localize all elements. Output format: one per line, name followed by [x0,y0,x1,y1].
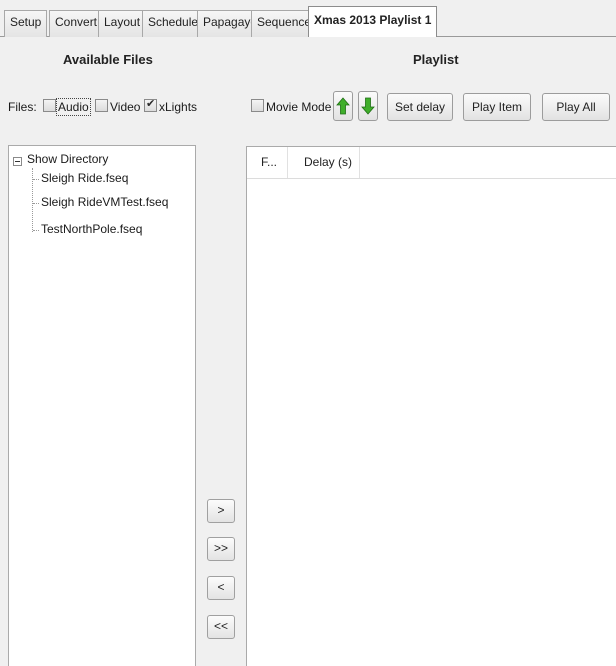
available-files-title: Available Files [63,52,153,67]
add-to-playlist-button[interactable]: > [207,499,235,523]
playlist-list[interactable]: F... Delay (s) [246,146,616,666]
files-label: Files: [8,100,37,114]
tree-branch [33,179,39,180]
tree-item[interactable]: TestNorthPole.fseq [41,222,142,236]
column-separator[interactable] [287,147,288,178]
xlights-label[interactable]: xLights [159,100,197,114]
tree-branch [33,203,39,204]
video-checkbox[interactable] [95,99,108,112]
column-separator[interactable] [359,147,360,178]
remove-all-from-playlist-button[interactable]: << [207,615,235,639]
tree-item[interactable]: Sleigh RideVMTest.fseq [41,195,168,209]
available-files-tree[interactable]: Show Directory Sleigh Ride.fseq Sleigh R… [8,145,196,666]
arrow-down-icon [361,97,375,115]
tree-branch [33,230,39,231]
tab-layout[interactable]: Layout [98,10,147,37]
add-all-to-playlist-button[interactable]: >> [207,537,235,561]
set-delay-button[interactable]: Set delay [387,93,453,121]
tab-setup[interactable]: Setup [4,10,48,37]
xlights-checkbox[interactable] [144,97,157,112]
playlist-header: F... Delay (s) [247,147,616,179]
tab-xmas-playlist[interactable]: Xmas 2013 Playlist 1 [308,6,438,38]
play-all-button[interactable]: Play All [542,93,610,121]
tree-item[interactable]: Sleigh Ride.fseq [41,171,128,185]
arrow-up-icon [336,97,350,115]
tab-bar: Setup Convert Layout Schedule Papagayo S… [0,0,616,38]
tree-guide-line [32,168,33,232]
playlist-title: Playlist [413,52,459,67]
move-down-button[interactable] [358,91,378,121]
tree-root-show-directory[interactable]: Show Directory [27,152,108,166]
column-header-delay[interactable]: Delay (s) [304,155,352,169]
movie-mode-checkbox[interactable] [251,99,264,112]
remove-from-playlist-button[interactable]: < [207,576,235,600]
move-up-button[interactable] [333,91,353,121]
video-label[interactable]: Video [110,100,140,114]
movie-mode-label[interactable]: Movie Mode [266,100,331,114]
collapse-icon[interactable] [13,157,22,166]
audio-checkbox[interactable] [43,99,56,112]
play-item-button[interactable]: Play Item [463,93,531,121]
audio-label[interactable]: Audio [56,98,91,116]
tab-schedule[interactable]: Schedule [142,10,205,37]
tab-convert[interactable]: Convert [49,10,104,37]
column-header-file[interactable]: F... [261,155,277,169]
